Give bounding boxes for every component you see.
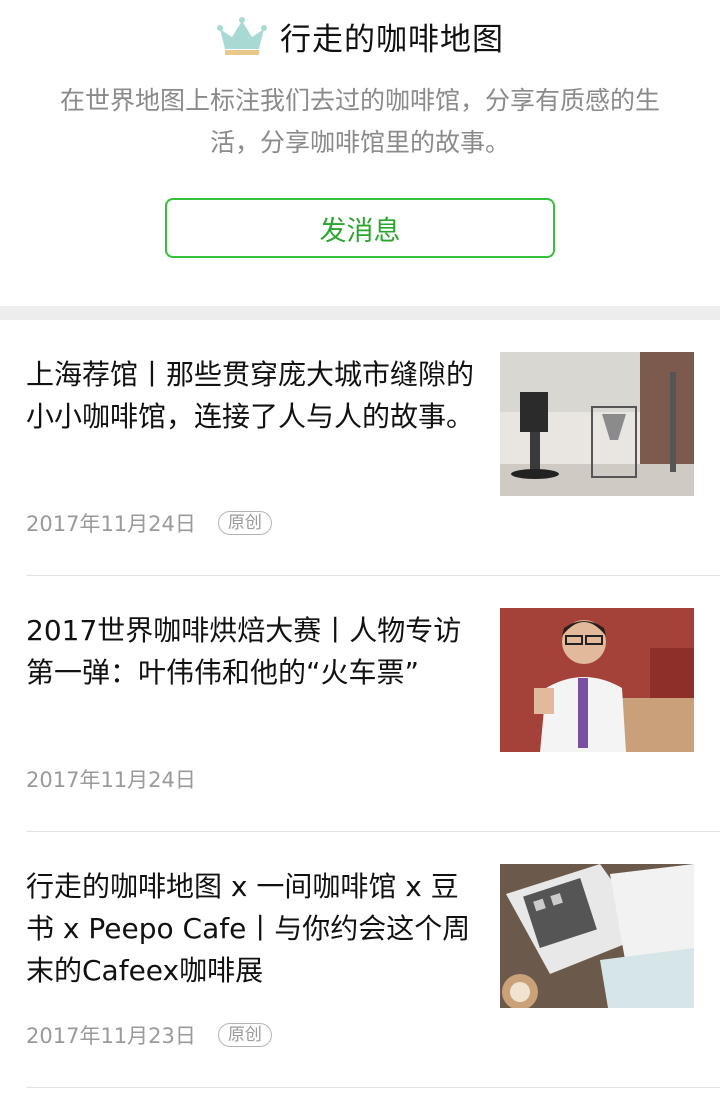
section-divider xyxy=(0,306,720,320)
article-title[interactable]: 2017世界咖啡烘焙大赛丨人物专访第一弹：叶伟伟和他的“火车票” xyxy=(26,610,481,694)
article-date: 2017年11月23日 xyxy=(26,1024,196,1048)
send-message-button[interactable]: 发消息 xyxy=(165,198,555,258)
crown-logo-icon xyxy=(216,15,268,59)
account-name: 行走的咖啡地图 xyxy=(280,22,504,58)
person-thumbs-up-photo[interactable] xyxy=(500,608,694,752)
article-item[interactable]: 2017世界咖啡烘焙大赛丨人物专访第一弹：叶伟伟和他的“火车票” 2017年11… xyxy=(0,576,720,832)
article-meta: 2017年11月23日 原创 xyxy=(26,1020,272,1050)
article-list: 上海荐馆丨那些贯穿庞大城市缝隙的小小咖啡馆，连接了人与人的故事。 2017年11… xyxy=(0,320,720,1088)
article-title[interactable]: 行走的咖啡地图 x 一间咖啡馆 x 豆书 x Peepo Cafe丨与你约会这个… xyxy=(26,866,481,992)
article-date: 2017年11月24日 xyxy=(26,512,196,536)
article-item[interactable]: 行走的咖啡地图 x 一间咖啡馆 x 豆书 x Peepo Cafe丨与你约会这个… xyxy=(0,832,720,1088)
original-badge: 原创 xyxy=(217,511,272,535)
account-header: 行走的咖啡地图 在世界地图上标注我们去过的咖啡馆，分享有质感的生活，分享咖啡馆里… xyxy=(0,0,720,306)
divider xyxy=(26,1087,720,1088)
article-item[interactable]: 上海荐馆丨那些贯穿庞大城市缝隙的小小咖啡馆，连接了人与人的故事。 2017年11… xyxy=(0,320,720,576)
coffee-map-booklet-photo[interactable] xyxy=(500,864,694,1008)
coffee-equipment-photo[interactable] xyxy=(500,352,694,496)
article-meta: 2017年11月24日 xyxy=(26,764,196,794)
article-meta: 2017年11月24日 原创 xyxy=(26,508,272,538)
article-title[interactable]: 上海荐馆丨那些贯穿庞大城市缝隙的小小咖啡馆，连接了人与人的故事。 xyxy=(26,354,481,438)
original-badge: 原创 xyxy=(217,1023,272,1047)
account-description: 在世界地图上标注我们去过的咖啡馆，分享有质感的生活，分享咖啡馆里的故事。 xyxy=(59,86,660,157)
article-date: 2017年11月24日 xyxy=(26,768,196,792)
account-title-row: 行走的咖啡地图 xyxy=(0,14,720,59)
